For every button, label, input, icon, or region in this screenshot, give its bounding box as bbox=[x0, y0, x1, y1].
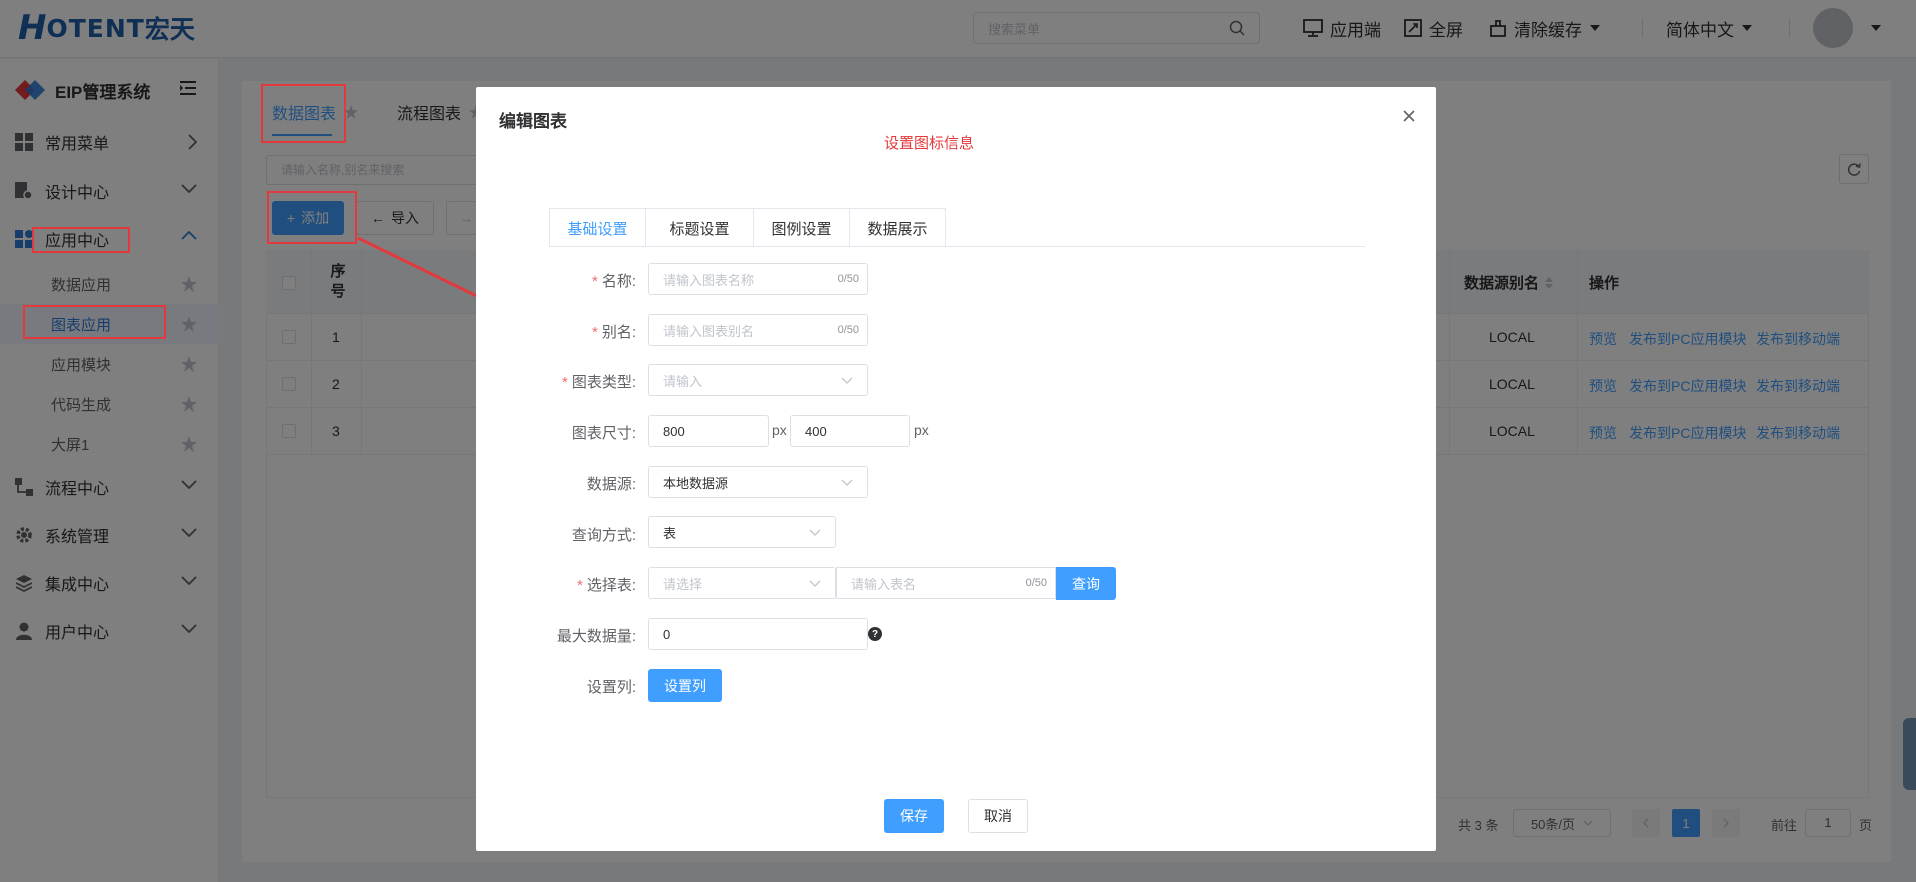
tab-data-display[interactable]: 数据展示 bbox=[849, 208, 946, 247]
columns-label: 设置列: bbox=[586, 679, 636, 696]
table-name-input[interactable]: 请输入表名 0/50 bbox=[836, 567, 1056, 599]
input-placeholder: 请输入表名 bbox=[851, 576, 917, 592]
chart-type-select[interactable]: 请输入 bbox=[648, 364, 868, 396]
datasource-select[interactable]: 本地数据源 bbox=[648, 466, 868, 498]
chart-width-input[interactable]: 800 bbox=[648, 415, 769, 447]
side-float-widget[interactable] bbox=[1903, 718, 1916, 790]
char-counter: 0/50 bbox=[837, 324, 859, 336]
query-button[interactable]: 查询 bbox=[1056, 567, 1116, 600]
datasource-label: 数据源: bbox=[586, 476, 636, 493]
close-icon[interactable] bbox=[1402, 109, 1416, 123]
cancel-button[interactable]: 取消 bbox=[968, 799, 1028, 833]
max-rows-label: 最大数据量: bbox=[556, 628, 636, 645]
width-value: 800 bbox=[663, 423, 685, 439]
dialog-annotation-note: 设置图标信息 bbox=[884, 135, 975, 152]
chevron-down-icon bbox=[809, 580, 821, 587]
chevron-down-icon bbox=[841, 377, 853, 384]
dialog-title: 编辑图表 bbox=[499, 112, 567, 131]
select-placeholder: 请选择 bbox=[663, 576, 703, 592]
question-icon[interactable]: ? bbox=[868, 627, 882, 641]
set-columns-button[interactable]: 设置列 bbox=[648, 669, 722, 702]
chart-height-input[interactable]: 400 bbox=[790, 415, 910, 447]
height-unit: px bbox=[914, 422, 929, 438]
annotation-box bbox=[261, 84, 346, 143]
alias-label: * 别名: bbox=[591, 324, 636, 341]
table-select[interactable]: 请选择 bbox=[648, 567, 836, 599]
chevron-down-icon bbox=[809, 529, 821, 536]
height-value: 400 bbox=[805, 423, 827, 439]
select-table-label: * 选择表: bbox=[576, 577, 636, 594]
annotation-box bbox=[23, 305, 166, 339]
input-placeholder: 请输入图表名称 bbox=[663, 272, 755, 288]
chart-size-label: 图表尺寸: bbox=[571, 425, 636, 442]
chevron-down-icon bbox=[841, 479, 853, 486]
annotation-box bbox=[267, 191, 357, 244]
chart-name-input[interactable]: 请输入图表名称 0/50 bbox=[648, 263, 868, 295]
save-button[interactable]: 保存 bbox=[884, 799, 944, 833]
select-value: 表 bbox=[663, 525, 677, 541]
query-mode-label: 查询方式: bbox=[571, 527, 636, 544]
edit-chart-dialog bbox=[476, 87, 1436, 851]
tab-basic-settings[interactable]: 基础设置 bbox=[549, 208, 646, 247]
tab-bar-divider bbox=[549, 246, 1365, 247]
select-value: 本地数据源 bbox=[663, 475, 729, 491]
chart-alias-input[interactable]: 请输入图表别名 0/50 bbox=[648, 314, 868, 346]
max-rows-value: 0 bbox=[663, 626, 671, 642]
tab-legend-settings[interactable]: 图例设置 bbox=[753, 208, 850, 247]
tab-title-settings[interactable]: 标题设置 bbox=[645, 208, 754, 247]
name-label: * 名称: bbox=[591, 273, 636, 290]
select-placeholder: 请输入 bbox=[663, 373, 703, 389]
input-placeholder: 请输入图表别名 bbox=[663, 323, 755, 339]
width-unit: px bbox=[772, 422, 787, 438]
annotation-box bbox=[32, 227, 130, 253]
chart-type-label: * 图表类型: bbox=[561, 374, 636, 391]
max-rows-input[interactable]: 0 bbox=[648, 618, 868, 650]
query-mode-select[interactable]: 表 bbox=[648, 516, 836, 548]
char-counter: 0/50 bbox=[1025, 577, 1047, 589]
char-counter: 0/50 bbox=[837, 273, 859, 285]
